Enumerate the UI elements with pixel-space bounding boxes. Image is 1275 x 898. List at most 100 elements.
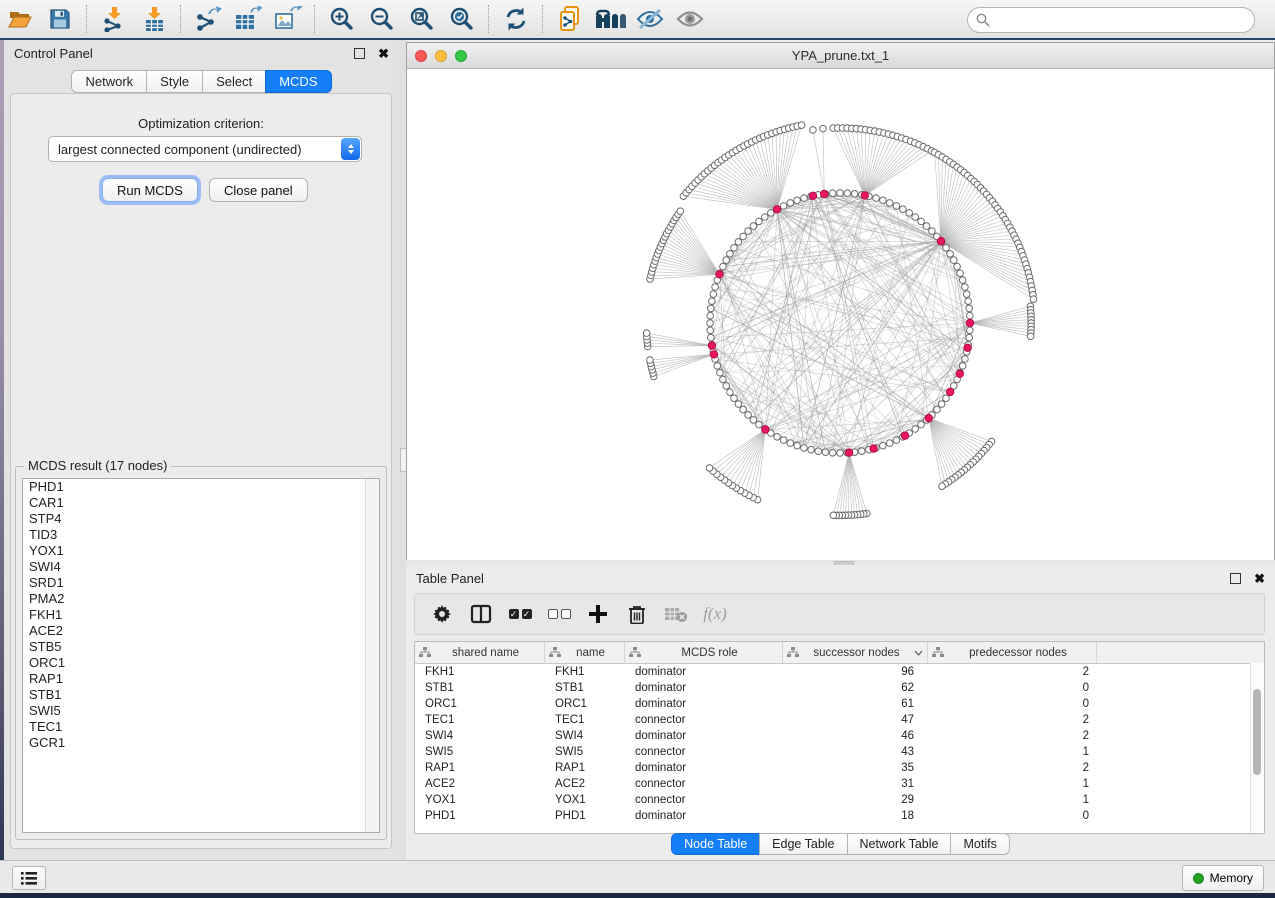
mcds-result-item[interactable]: STB1 <box>23 687 379 703</box>
column-header-MCDS-role[interactable]: MCDS role <box>625 642 783 663</box>
network-node[interactable] <box>787 440 794 447</box>
close-panel-icon[interactable]: ✖ <box>378 47 389 60</box>
network-node[interactable] <box>780 437 787 444</box>
table-scrollbar[interactable] <box>1250 663 1264 833</box>
mcds-result-item[interactable]: ACE2 <box>23 623 379 639</box>
mcds-hub-node[interactable] <box>809 192 816 199</box>
network-node[interactable] <box>886 440 893 447</box>
network-node[interactable] <box>723 383 730 390</box>
search-input[interactable] <box>995 12 1246 28</box>
mcds-result-item[interactable]: YOX1 <box>23 543 379 559</box>
network-node[interactable] <box>844 190 851 197</box>
clone-network-button[interactable] <box>553 4 587 34</box>
network-node[interactable] <box>873 195 880 202</box>
mcds-result-item[interactable]: TEC1 <box>23 719 379 735</box>
network-node[interactable] <box>962 284 969 291</box>
network-node[interactable] <box>745 228 752 235</box>
scrollbar-thumb[interactable] <box>1253 689 1261 775</box>
network-node[interactable] <box>801 195 808 202</box>
network-node[interactable] <box>837 190 844 197</box>
network-node[interactable] <box>957 270 964 277</box>
mcds-result-item[interactable]: SWI4 <box>23 559 379 575</box>
mcds-hub-node[interactable] <box>956 370 963 377</box>
network-node[interactable] <box>740 406 747 413</box>
tab-network[interactable]: Network <box>71 70 147 93</box>
network-node[interactable] <box>906 210 913 217</box>
create-column-button[interactable] <box>583 599 613 629</box>
network-node[interactable] <box>966 334 973 341</box>
deselect-all-rows-button[interactable] <box>544 599 574 629</box>
table-row[interactable]: SWI5SWI5connector431 <box>415 744 1264 760</box>
column-header-successor-nodes[interactable]: successor nodes <box>783 642 928 663</box>
network-node[interactable] <box>943 395 950 402</box>
table-row[interactable]: STB1STB1dominator620 <box>415 680 1264 696</box>
mcds-result-item[interactable]: GCR1 <box>23 735 379 751</box>
network-node[interactable] <box>787 200 794 207</box>
hide-selected-button[interactable] <box>633 4 667 34</box>
float-panel-icon[interactable] <box>1230 573 1241 584</box>
network-leaf-node[interactable] <box>1027 333 1034 340</box>
zoom-in-button[interactable] <box>325 4 359 34</box>
network-node[interactable] <box>962 356 969 363</box>
table-row[interactable]: RAP1RAP1dominator352 <box>415 760 1264 776</box>
network-node[interactable] <box>707 327 714 334</box>
mcds-result-item[interactable]: RAP1 <box>23 671 379 687</box>
zoom-selected-button[interactable] <box>445 4 479 34</box>
network-node[interactable] <box>714 363 721 370</box>
mcds-result-item[interactable]: STB5 <box>23 639 379 655</box>
network-node[interactable] <box>794 197 801 204</box>
network-node[interactable] <box>708 305 715 312</box>
network-node[interactable] <box>947 251 954 258</box>
table-row[interactable]: YOX1YOX1connector291 <box>415 792 1264 808</box>
network-node[interactable] <box>829 190 836 197</box>
network-node[interactable] <box>934 406 941 413</box>
network-node[interactable] <box>710 291 717 298</box>
network-node[interactable] <box>735 239 742 246</box>
network-node[interactable] <box>720 376 727 383</box>
column-header-predecessor-nodes[interactable]: predecessor nodes <box>928 642 1097 663</box>
network-node[interactable] <box>740 233 747 240</box>
network-leaf-node[interactable] <box>677 208 684 215</box>
zoom-out-button[interactable] <box>365 4 399 34</box>
network-leaf-node[interactable] <box>643 330 650 337</box>
clear-table-button[interactable] <box>661 599 691 629</box>
network-graph[interactable] <box>407 69 1274 560</box>
tab-mcds[interactable]: MCDS <box>265 70 331 93</box>
mcds-hub-node[interactable] <box>964 344 971 351</box>
network-leaf-node[interactable] <box>939 483 946 490</box>
mcds-hub-node[interactable] <box>708 342 715 349</box>
network-node[interactable] <box>712 284 719 291</box>
mcds-hub-node[interactable] <box>966 319 973 326</box>
table-row[interactable]: ORC1ORC1dominator610 <box>415 696 1264 712</box>
float-panel-icon[interactable] <box>354 48 365 59</box>
network-node[interactable] <box>707 320 714 327</box>
network-node[interactable] <box>723 257 730 264</box>
tab-motifs[interactable]: Motifs <box>950 833 1009 855</box>
network-node[interactable] <box>929 228 936 235</box>
mcds-hub-node[interactable] <box>947 388 954 395</box>
status-menu-button[interactable] <box>12 866 46 890</box>
network-node[interactable] <box>756 421 763 428</box>
network-node[interactable] <box>967 312 974 319</box>
network-node[interactable] <box>708 334 715 341</box>
network-node[interactable] <box>815 448 822 455</box>
network-node[interactable] <box>720 263 727 270</box>
mcds-result-item[interactable]: FKH1 <box>23 607 379 623</box>
network-node[interactable] <box>707 312 714 319</box>
table-row[interactable]: PHD1PHD1dominator180 <box>415 808 1264 824</box>
network-node[interactable] <box>762 214 769 221</box>
mcds-hub-node[interactable] <box>870 445 877 452</box>
network-node[interactable] <box>912 214 919 221</box>
mcds-hub-node[interactable] <box>710 351 717 358</box>
network-node[interactable] <box>967 327 974 334</box>
table-row[interactable]: TEC1TEC1connector472 <box>415 712 1264 728</box>
network-node[interactable] <box>918 421 925 428</box>
mcds-result-item[interactable]: ORC1 <box>23 655 379 671</box>
network-node[interactable] <box>893 203 900 210</box>
network-node[interactable] <box>727 389 734 396</box>
zoom-fit-button[interactable] <box>405 4 439 34</box>
network-leaf-node[interactable] <box>810 127 817 134</box>
network-node[interactable] <box>731 395 738 402</box>
tab-select[interactable]: Select <box>202 70 266 93</box>
mcds-hub-node[interactable] <box>925 414 932 421</box>
